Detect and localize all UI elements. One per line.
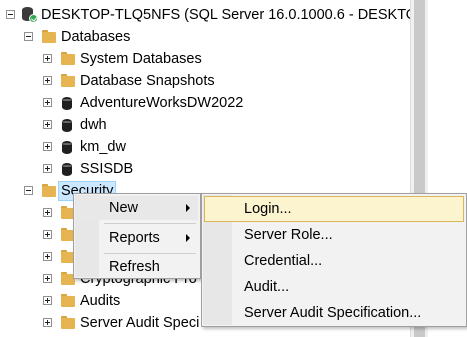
folder-icon [42,184,56,197]
menu-item-reports[interactable]: Reports [76,226,198,250]
folder-icon [42,30,56,43]
submenu-item-server-role[interactable]: Server Role... [204,222,464,248]
tree-node-adventureworksdw2022[interactable]: AdventureWorksDW2022 [0,92,410,114]
database-label: SSISDB [80,161,134,177]
collapse-toggle-icon[interactable] [24,32,33,41]
menu-item-label: Refresh [109,259,160,275]
menu-item-label: New [109,200,139,216]
tree-node-security-child[interactable] [0,246,75,268]
folder-icon [61,74,75,87]
tree-node-dwh[interactable]: dwh [0,114,410,136]
expand-toggle-icon[interactable] [43,54,52,63]
databases-label: Databases [61,29,131,45]
menu-item-label: Credential... [244,253,323,269]
submenu-item-audit[interactable]: Audit... [204,274,464,300]
tree-node-security-child[interactable] [0,224,75,246]
expand-toggle-icon[interactable] [43,296,52,305]
database-icon [62,141,72,154]
database-label: dwh [80,117,107,133]
tree-node-security-child[interactable] [0,202,75,224]
folder-icon [61,52,75,65]
new-submenu: Login... Server Role... Credential... Au… [201,193,467,327]
system-databases-label: System Databases [80,51,202,67]
server-label: DESKTOP-TLQ5NFS (SQL Server 16.0.1000.6 … [41,7,410,23]
menu-item-label: Login... [244,201,292,217]
database-icon [62,119,72,132]
audits-label: Audits [80,293,121,309]
collapse-toggle-icon[interactable] [24,186,33,195]
database-label: km_dw [80,139,126,155]
expand-toggle-icon[interactable] [43,120,52,129]
tree-node-system-databases[interactable]: System Databases [0,48,410,70]
menu-item-refresh[interactable]: Refresh [76,255,198,279]
collapse-toggle-icon[interactable] [6,10,15,19]
menu-separator [104,253,196,254]
server-audit-specifications-label: Server Audit Speci [80,315,200,331]
database-icon [62,163,72,176]
tree-node-server[interactable]: DESKTOP-TLQ5NFS (SQL Server 16.0.1000.6 … [0,4,410,26]
menu-item-new[interactable]: New [76,196,198,220]
expand-toggle-icon[interactable] [43,76,52,85]
menu-item-label: Audit... [244,279,290,295]
expand-toggle-icon[interactable] [43,274,52,283]
expand-toggle-icon[interactable] [43,208,52,217]
database-label: AdventureWorksDW2022 [80,95,244,111]
menu-item-label: Server Audit Specification... [244,305,422,321]
menu-item-label: Reports [109,230,160,246]
submenu-arrow-icon [186,204,190,212]
expand-toggle-icon[interactable] [43,318,52,327]
database-icon [62,97,72,110]
menu-separator [104,223,196,224]
expand-toggle-icon[interactable] [43,98,52,107]
folder-icon [61,294,75,307]
expand-toggle-icon[interactable] [43,252,52,261]
tree-node-databases[interactable]: Databases [0,26,410,48]
database-snapshots-label: Database Snapshots [80,73,215,89]
submenu-arrow-icon [186,234,190,242]
server-running-icon [22,6,38,23]
submenu-item-server-audit-specification[interactable]: Server Audit Specification... [204,300,464,326]
context-menu: New Reports Refresh [73,193,201,279]
expand-toggle-icon[interactable] [43,230,52,239]
tree-node-ssisdb[interactable]: SSISDB [0,158,410,180]
expand-toggle-icon[interactable] [43,142,52,151]
folder-icon [61,316,75,329]
expand-toggle-icon[interactable] [43,164,52,173]
submenu-item-login[interactable]: Login... [204,196,464,222]
tree-node-database-snapshots[interactable]: Database Snapshots [0,70,410,92]
submenu-item-credential[interactable]: Credential... [204,248,464,274]
tree-node-km-dw[interactable]: km_dw [0,136,410,158]
menu-item-label: Server Role... [244,227,333,243]
